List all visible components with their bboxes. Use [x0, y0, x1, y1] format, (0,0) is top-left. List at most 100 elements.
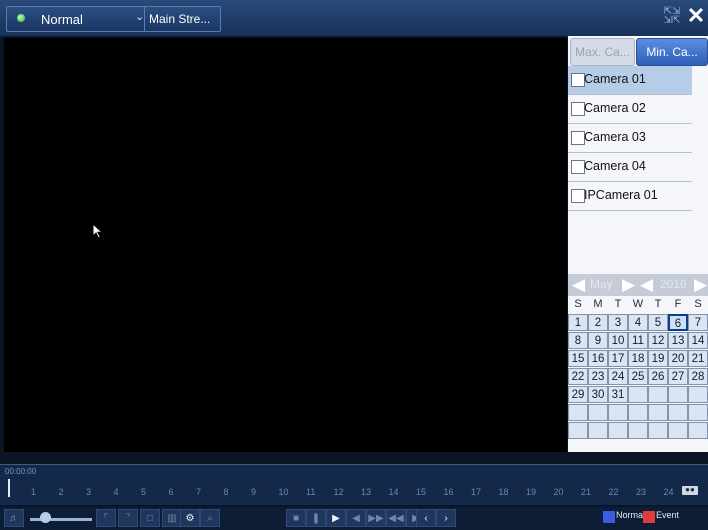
calendar-day-empty	[688, 386, 708, 403]
calendar-day[interactable]: 30	[588, 386, 608, 403]
calendar-day[interactable]: 31	[608, 386, 628, 403]
timeline-hour-label: 4	[113, 487, 119, 497]
calendar-day[interactable]: 5	[648, 314, 668, 331]
tag-icon[interactable]: ▥	[162, 509, 182, 527]
calendar-day[interactable]: 6	[668, 314, 688, 331]
calendar-day[interactable]: 17	[608, 350, 628, 367]
calendar-day[interactable]: 13	[668, 332, 688, 349]
calendar-day[interactable]: 24	[608, 368, 628, 385]
zoom-icon[interactable]: ⌕	[200, 509, 220, 527]
weekday-label: T	[654, 298, 662, 310]
camera-checkbox[interactable]	[571, 73, 585, 87]
next-day-icon[interactable]: ›	[436, 509, 456, 527]
calendar-day[interactable]: 22	[568, 368, 588, 385]
camera-checkbox[interactable]	[571, 131, 585, 145]
calendar-day[interactable]: 10	[608, 332, 628, 349]
calendar-day-empty	[628, 404, 648, 421]
prev-year-icon[interactable]: ◀	[640, 274, 653, 296]
timeline-zoom-icon[interactable]: ●●	[682, 486, 698, 495]
save-clip-icon[interactable]: □	[140, 509, 160, 527]
calendar-day[interactable]: 23	[588, 368, 608, 385]
calendar-day[interactable]: 25	[628, 368, 648, 385]
calendar-day[interactable]: 8	[568, 332, 588, 349]
clip-start-icon[interactable]: ⌜	[96, 509, 116, 527]
tab-max-camera[interactable]: Max. Ca...	[570, 38, 635, 66]
calendar-day[interactable]: 12	[648, 332, 668, 349]
status-dot-icon	[17, 14, 25, 22]
previous-day-icon[interactable]: ‹	[416, 509, 436, 527]
timeline-hour-label: 21	[581, 487, 592, 497]
next-year-icon[interactable]: ▶	[694, 274, 707, 296]
settings-gear-icon[interactable]: ⚙	[180, 509, 200, 527]
fast-play-icon[interactable]: ▶▶	[366, 509, 386, 527]
calendar-grid: S M T W T F S 1 2 3 4 5 6 7 8 9 10 11 12 13 14 15 16 17 1…	[568, 298, 708, 440]
calendar-day-empty	[688, 422, 708, 439]
camera-item[interactable]: Camera 03	[568, 124, 692, 153]
calendar-day[interactable]: 18	[628, 350, 648, 367]
calendar-day[interactable]: 3	[608, 314, 628, 331]
camera-checkbox[interactable]	[571, 160, 585, 174]
tab-min-camera[interactable]: Min. Ca...	[636, 38, 708, 66]
camera-item[interactable]: Camera 02	[568, 95, 692, 124]
pause-icon[interactable]: ❚	[306, 509, 326, 527]
calendar-day[interactable]: 9	[588, 332, 608, 349]
timeline-time: 00:00:00	[5, 467, 37, 476]
calendar-day[interactable]: 4	[628, 314, 648, 331]
calendar-day[interactable]: 26	[648, 368, 668, 385]
calendar-day[interactable]: 16	[588, 350, 608, 367]
timeline-hour-label: 3	[86, 487, 92, 497]
video-view[interactable]	[4, 38, 567, 452]
calendar-day[interactable]: 1	[568, 314, 588, 331]
camera-checkbox[interactable]	[571, 189, 585, 203]
camera-sidebar: Max. Ca... Min. Ca... Camera 01 Camera 0…	[568, 36, 708, 452]
calendar-day[interactable]: 14	[688, 332, 708, 349]
calendar-day[interactable]: 15	[568, 350, 588, 367]
calendar-day[interactable]: 21	[688, 350, 708, 367]
weekday-label: S	[694, 298, 702, 310]
timeline-bar[interactable]: 00:00:00 1 2 3 4 5 6 7 8 9 10 11 12 13 14 15 16 17 18 19 20…	[0, 464, 708, 505]
calendar-day-empty	[668, 422, 688, 439]
calendar-day[interactable]: 27	[668, 368, 688, 385]
timeline-hour-label: 8	[223, 487, 229, 497]
camera-checkbox[interactable]	[571, 102, 585, 116]
camera-name: IPCamera 01	[584, 188, 658, 202]
camera-item[interactable]: IPCamera 01	[568, 182, 692, 211]
camera-name: Camera 02	[584, 101, 646, 115]
fullscreen-icon[interactable]: ⇱⇲ ⇲⇱	[662, 7, 682, 27]
calendar-day-empty	[608, 404, 628, 421]
clip-end-icon[interactable]: ⌝	[118, 509, 138, 527]
calendar-day[interactable]: 20	[668, 350, 688, 367]
timeline-hour-label: 12	[333, 487, 344, 497]
prev-month-icon[interactable]: ◀	[572, 274, 585, 296]
playback-mode-select[interactable]: Normal ⌄	[6, 6, 146, 32]
volume-slider-handle[interactable]	[40, 512, 51, 523]
timeline-hour-label: 1	[31, 487, 37, 497]
camera-name: Camera 01	[584, 72, 646, 86]
calendar-day-empty	[588, 422, 608, 439]
timeline-ticks: 1 2 3 4 5 6 7 8 9 10 11 12 13 14 15 16 17 18 19 20 21 22 23 24	[0, 487, 700, 503]
close-icon[interactable]: ✕	[686, 3, 706, 29]
calendar-day-empty	[568, 404, 588, 421]
timeline-hour-label: 18	[498, 487, 509, 497]
rewind-30s-icon[interactable]: ◀◀	[386, 509, 406, 527]
slow-play-icon[interactable]: ◀	[346, 509, 366, 527]
next-month-icon[interactable]: ▶	[622, 274, 635, 296]
audio-icon[interactable]: ♬	[4, 509, 24, 527]
stream-type-label: Main Stre...	[149, 12, 211, 26]
camera-item[interactable]: Camera 01	[568, 66, 692, 95]
calendar-day[interactable]: 7	[688, 314, 708, 331]
calendar-day[interactable]: 19	[648, 350, 668, 367]
timeline-hour-label: 11	[306, 487, 316, 497]
stream-type-select[interactable]: Main Stre...	[144, 6, 221, 32]
camera-item[interactable]: Camera 04	[568, 153, 692, 182]
calendar-day[interactable]: 29	[568, 386, 588, 403]
calendar-day[interactable]: 28	[688, 368, 708, 385]
timeline-hour-label: 17	[471, 487, 482, 497]
camera-name: Camera 03	[584, 130, 646, 144]
chevron-down-icon[interactable]: ⌄	[135, 10, 144, 23]
stop-icon[interactable]: ■	[286, 509, 306, 527]
calendar-day[interactable]: 11	[628, 332, 648, 349]
weekday-label: M	[593, 298, 603, 310]
play-icon[interactable]: ▶	[326, 509, 346, 527]
calendar-day[interactable]: 2	[588, 314, 608, 331]
